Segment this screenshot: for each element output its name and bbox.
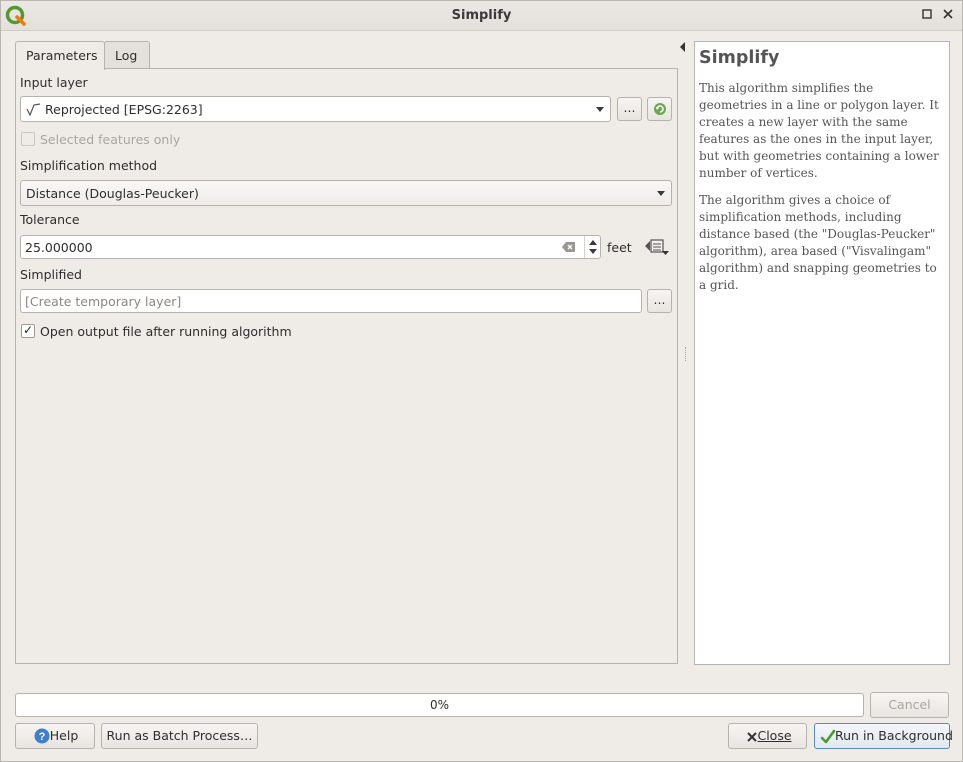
line-layer-icon <box>26 103 41 117</box>
tolerance-value: 25.000000 <box>25 240 93 255</box>
close-button[interactable]: Close <box>728 723 807 749</box>
tab-log[interactable]: Log <box>104 41 150 69</box>
splitter-handle[interactable] <box>685 347 687 361</box>
output-browse-button[interactable]: ... <box>647 289 672 313</box>
checkmark-icon: ✓ <box>23 323 34 337</box>
data-defined-override-icon[interactable] <box>644 238 670 256</box>
input-layer-label: Input layer <box>20 75 88 90</box>
open-output-checkbox[interactable]: ✓ <box>21 323 35 338</box>
tolerance-label: Tolerance <box>20 212 80 227</box>
help-paragraph-1: This algorithm simplifies the geometries… <box>699 81 939 180</box>
open-output-label: Open output file after running algorithm <box>40 324 292 339</box>
input-layer-value: Reprojected [EPSG:2263] <box>45 102 203 117</box>
input-layer-browse-button[interactable]: ... <box>617 97 642 121</box>
help-icon: ? <box>34 728 50 744</box>
tolerance-unit: feet <box>607 240 632 255</box>
collapse-help-icon[interactable] <box>680 42 685 52</box>
iterate-icon[interactable] <box>647 97 672 121</box>
maximize-icon[interactable] <box>919 8 935 24</box>
title-bar[interactable]: Simplify <box>1 1 962 31</box>
checkmark-icon <box>820 729 836 744</box>
chevron-down-icon <box>657 191 665 196</box>
selected-features-checkbox[interactable] <box>21 132 35 146</box>
help-title: Simplify <box>699 48 780 68</box>
clear-icon[interactable] <box>562 241 576 253</box>
close-button-label: Close <box>757 728 792 743</box>
tab-parameters[interactable]: Parameters <box>15 41 105 70</box>
window-title: Simplify <box>451 8 512 23</box>
help-button[interactable]: ? Help <box>15 723 95 749</box>
output-layer-input[interactable]: [Create temporary layer] <box>20 289 642 313</box>
spin-buttons[interactable] <box>584 236 600 258</box>
help-panel: Simplify This algorithm simplifies the g… <box>694 41 950 665</box>
spin-down-icon[interactable] <box>589 249 597 254</box>
method-label: Simplification method <box>20 158 158 173</box>
method-value: Distance (Douglas-Peucker) <box>26 186 199 201</box>
input-layer-combo[interactable]: Reprojected [EPSG:2263] <box>20 96 611 122</box>
run-in-background-button[interactable]: Run in Background <box>814 723 953 749</box>
simplified-label: Simplified <box>20 267 82 282</box>
chevron-down-icon <box>596 107 604 112</box>
cancel-button[interactable]: Cancel <box>870 692 949 718</box>
output-layer-placeholder: [Create temporary layer] <box>25 294 182 309</box>
help-button-label: Help <box>49 728 79 743</box>
batch-process-button[interactable]: Run as Batch Process… <box>101 723 258 749</box>
progress-bar: 0% <box>15 693 864 717</box>
dialog-window: Simplify Parameters Log Input layer Repr… <box>0 0 963 762</box>
spin-up-icon[interactable] <box>589 240 597 245</box>
close-icon <box>747 732 757 742</box>
method-combo[interactable]: Distance (Douglas-Peucker) <box>20 180 672 206</box>
help-paragraph-2: The algorithm gives a choice of simplifi… <box>699 193 937 292</box>
tolerance-spinbox[interactable]: 25.000000 <box>20 235 601 259</box>
run-button-label: Run in Background <box>835 728 953 743</box>
svg-text:?: ? <box>39 731 46 743</box>
close-window-icon[interactable] <box>940 8 956 24</box>
selected-features-label: Selected features only <box>40 132 181 147</box>
